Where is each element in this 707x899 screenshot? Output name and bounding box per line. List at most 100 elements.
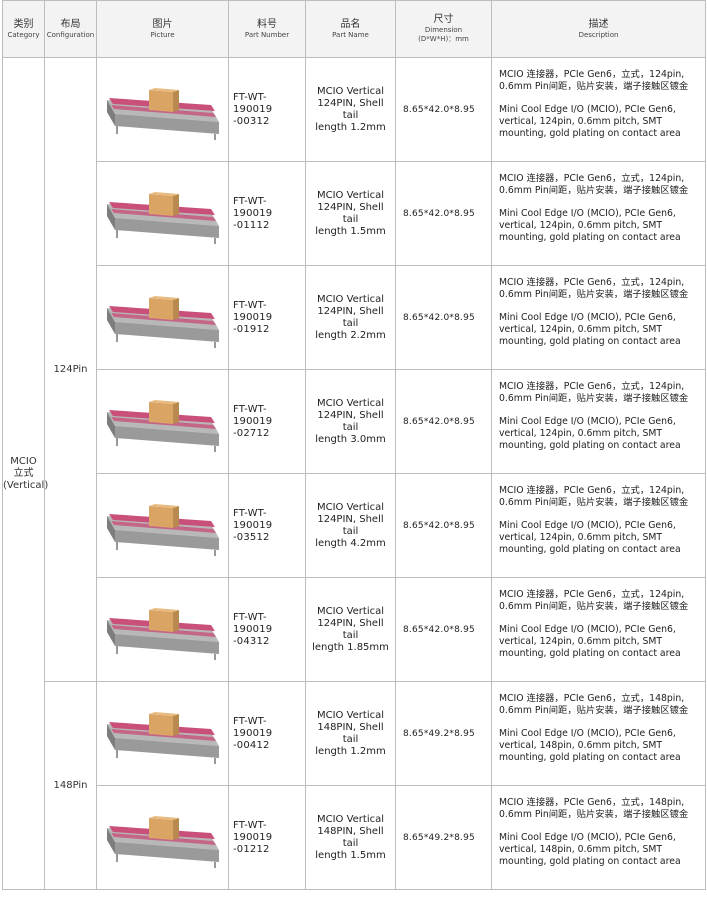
part-name-cell: MCIO Vertical 124PIN, Shell tail length 4.… [305, 473, 396, 578]
part-number-cell: FT-WT-190019 -01212 [228, 785, 306, 890]
part-number-line2: -01112 [233, 219, 270, 231]
description-en: Mini Cool Edge I/O (MCIO), PCIe Gen6, ve… [499, 416, 681, 451]
part-name-cell: MCIO Vertical 148PIN, Shell tail length 1.… [305, 785, 396, 890]
header-dimension-unit: (D*W*H)：mm [418, 35, 469, 43]
part-number-line1: FT-WT-190019 [233, 715, 273, 739]
description-zh: MCIO 连接器，PCIe Gen6，立式，124pin, 0.6mm Pin间… [499, 381, 689, 404]
part-number-line2: -00412 [233, 739, 270, 751]
category-cell: MCIO 立式 (Vertical) [2, 57, 49, 890]
description-zh: MCIO 连接器，PCIe Gen6，立式，124pin, 0.6mm Pin间… [499, 485, 689, 508]
dimension-cell: 8.65*42.0*8.95 [395, 265, 492, 370]
header-part-name-zh: 品名 [340, 18, 361, 30]
part-number-line1: FT-WT-190019 [233, 299, 273, 323]
description-zh: MCIO 连接器，PCIe Gen6，立式，148pin, 0.6mm Pin间… [499, 797, 689, 820]
description-zh: MCIO 连接器，PCIe Gen6，立式，148pin, 0.6mm Pin间… [499, 693, 689, 716]
header-part-name: 品名 Part Name [305, 0, 396, 58]
header-description: 描述 Description [491, 0, 706, 58]
picture-cell [96, 577, 229, 682]
part-name-line3: length 1.5mm [315, 849, 386, 861]
part-number-line2: -01912 [233, 323, 270, 335]
configuration-cell: 124Pin [44, 57, 97, 682]
dimension-cell: 8.65*42.0*8.95 [395, 57, 492, 162]
table-row: FT-WT-190019 -01912 MCIO Vertical 124PIN, S… [3, 265, 706, 370]
description-cell: MCIO 连接器，PCIe Gen6，立式，148pin, 0.6mm Pin间… [491, 785, 706, 890]
description-en: Mini Cool Edge I/O (MCIO), PCIe Gen6, ve… [499, 312, 681, 347]
part-name-line3: length 3.0mm [315, 433, 386, 445]
part-number-line1: FT-WT-190019 [233, 195, 273, 219]
category-line3: (Vertical) [3, 479, 49, 491]
part-name-line1: MCIO Vertical [316, 85, 385, 97]
header-picture-zh: 图片 [152, 18, 173, 30]
part-number-line2: -00312 [233, 115, 270, 127]
part-number-cell: FT-WT-190019 -02712 [228, 369, 306, 474]
description-en: Mini Cool Edge I/O (MCIO), PCIe Gen6, ve… [499, 728, 681, 763]
part-number-line2: -01212 [233, 843, 270, 855]
part-name-line1: MCIO Vertical [316, 501, 385, 513]
description-cell: MCIO 连接器，PCIe Gen6，立式，124pin, 0.6mm Pin间… [491, 369, 706, 474]
picture-cell [96, 785, 229, 890]
connector-image [106, 399, 219, 452]
part-name-cell: MCIO Vertical 124PIN, Shell tail length 1.… [305, 577, 396, 682]
connector-image [106, 191, 219, 244]
dimension-cell: 8.65*49.2*8.95 [395, 785, 492, 890]
part-name-cell: MCIO Vertical 124PIN, Shell tail length 2.… [305, 265, 396, 370]
table-row: MCIO 立式 (Vertical) 124Pin FT-WT-190019 -00312… [2, 57, 706, 890]
part-name-line1: MCIO Vertical [316, 293, 385, 305]
dimension-cell: 8.65*42.0*8.95 [395, 161, 492, 266]
part-name-line2: 124PIN, Shell tail [317, 617, 384, 641]
part-number-line1: FT-WT-190019 [233, 819, 273, 843]
dimension-cell: 8.65*42.0*8.95 [395, 473, 492, 578]
description-en: Mini Cool Edge I/O (MCIO), PCIe Gen6, ve… [499, 208, 681, 243]
table-row: FT-WT-190019 -04312 MCIO Vertical 124PIN, S… [3, 577, 706, 682]
part-name-line2: 124PIN, Shell tail [317, 201, 384, 225]
part-number-line1: FT-WT-190019 [233, 91, 273, 115]
header-configuration: 布局 Configuration [44, 0, 97, 58]
table-row: FT-WT-190019 -02712 MCIO Vertical 124PIN, S… [3, 369, 706, 474]
part-number-line2: -02712 [233, 427, 270, 439]
part-number-line1: FT-WT-190019 [233, 403, 273, 427]
connector-image [106, 711, 219, 764]
part-name-line1: MCIO Vertical [316, 709, 385, 721]
part-name-line2: 124PIN, Shell tail [317, 97, 384, 121]
description-zh: MCIO 连接器，PCIe Gen6，立式，124pin, 0.6mm Pin间… [499, 173, 689, 196]
header-description-zh: 描述 [588, 18, 609, 30]
part-number-cell: FT-WT-190019 -01912 [228, 265, 306, 370]
description-en: Mini Cool Edge I/O (MCIO), PCIe Gen6, ve… [499, 104, 681, 139]
description-en: Mini Cool Edge I/O (MCIO), PCIe Gen6, ve… [499, 832, 681, 867]
description-cell: MCIO 连接器，PCIe Gen6，立式，124pin, 0.6mm Pin间… [491, 577, 706, 682]
header-configuration-zh: 布局 [60, 18, 81, 30]
category-line2: 立式 [13, 467, 34, 479]
part-number-cell: FT-WT-190019 -04312 [228, 577, 306, 682]
picture-cell [96, 681, 229, 786]
description-cell: MCIO 连接器，PCIe Gen6，立式，124pin, 0.6mm Pin间… [491, 265, 706, 370]
description-cell: MCIO 连接器，PCIe Gen6，立式，124pin, 0.6mm Pin间… [491, 473, 706, 578]
part-number-cell: FT-WT-190019 -00312 [228, 57, 306, 162]
part-name-line3: length 1.85mm [312, 641, 389, 653]
header-category-zh: 类别 [13, 18, 34, 30]
part-name-line2: 148PIN, Shell tail [317, 721, 384, 745]
dimension-cell: 8.65*42.0*8.95 [395, 577, 492, 682]
header-part-name-en: Part Name [332, 30, 369, 39]
header-configuration-en: Configuration [46, 30, 95, 39]
connector-image [106, 607, 219, 660]
part-name-line3: length 1.2mm [315, 745, 386, 757]
description-cell: MCIO 连接器，PCIe Gen6，立式，148pin, 0.6mm Pin间… [491, 681, 706, 786]
header-category: 类别 Category [2, 0, 45, 58]
description-en: Mini Cool Edge I/O (MCIO), PCIe Gen6, ve… [499, 624, 681, 659]
part-number-line2: -04312 [233, 635, 270, 647]
picture-cell [96, 57, 229, 162]
description-en: Mini Cool Edge I/O (MCIO), PCIe Gen6, ve… [499, 520, 681, 555]
description-zh: MCIO 连接器，PCIe Gen6，立式，124pin, 0.6mm Pin间… [499, 277, 689, 300]
header-dimension-en: Dimension [424, 26, 463, 34]
header-dimension-zh: 尺寸 [433, 14, 454, 25]
part-name-line1: MCIO Vertical [316, 397, 385, 409]
header-picture-en: Picture [150, 30, 175, 39]
part-number-line1: FT-WT-190019 [233, 611, 273, 635]
header-dimension: 尺寸 Dimension (D*W*H)：mm [395, 0, 492, 58]
picture-cell [96, 161, 229, 266]
table-row: FT-WT-190019 -01112 MCIO Vertical 124PIN, S… [3, 161, 706, 266]
connector-image [106, 503, 219, 556]
part-name-cell: MCIO Vertical 124PIN, Shell tail length 1.… [305, 161, 396, 266]
product-table: 类别 Category 布局 Configuration 图片 Picture 料号 P… [2, 0, 706, 890]
category-line1: MCIO [10, 455, 37, 467]
